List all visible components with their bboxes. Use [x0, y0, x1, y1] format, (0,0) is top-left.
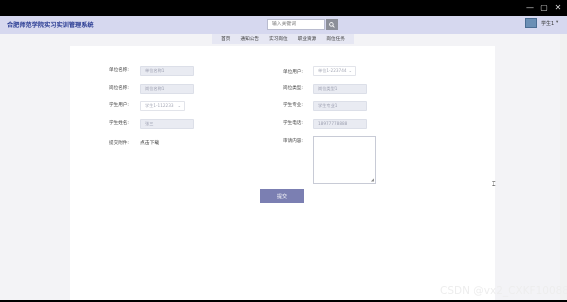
maximize-button[interactable]: ▢ — [538, 2, 550, 14]
attachment-label: 提交附件: — [109, 141, 129, 146]
post-type-field[interactable]: 岗位类型1 — [313, 84, 367, 94]
app-content: 合肥师范学院实习实训管理系统 学生1 ▾ 首页 通知公告 实习岗位 职业资源 岗… — [0, 16, 567, 300]
chevron-down-icon: ⌄ — [348, 68, 352, 73]
review-content-textarea[interactable]: ◢ — [313, 136, 376, 184]
unit-name-field[interactable]: 单位名称1 — [140, 66, 194, 76]
post-type-label: 岗位类型: — [283, 86, 303, 91]
chevron-down-icon[interactable]: ▾ — [556, 20, 558, 25]
search-button[interactable] — [326, 19, 338, 30]
mouse-cursor-icon: ⌶ — [492, 181, 496, 188]
nav-item-home[interactable]: 首页 — [221, 36, 230, 42]
site-title[interactable]: 合肥师范学院实习实训管理系统 — [7, 20, 94, 29]
review-content-label: 审请内容: — [283, 139, 303, 144]
main-nav: 首页 通知公告 实习岗位 职业资源 岗位任务 — [212, 34, 354, 44]
unit-account-value: 单位1-223744 — [318, 68, 347, 73]
download-link[interactable]: 点击下载 — [140, 139, 159, 146]
unit-name-label: 单位名称: — [109, 68, 129, 73]
student-phone-label: 学生电话: — [283, 121, 303, 126]
close-button[interactable]: ✕ — [552, 2, 564, 14]
unit-account-label: 单位用户: — [283, 70, 303, 75]
scrollbar[interactable] — [560, 34, 567, 300]
chevron-down-icon: ⌄ — [177, 103, 181, 108]
avatar[interactable] — [525, 18, 537, 28]
nav-item-post-tasks[interactable]: 岗位任务 — [326, 36, 344, 42]
student-name-field[interactable]: 张三 — [140, 119, 194, 129]
minimize-button[interactable]: — — [524, 2, 536, 14]
post-name-field[interactable]: 岗位名称1 — [140, 84, 194, 94]
post-name-label: 岗位名称: — [109, 86, 129, 91]
search-input[interactable] — [267, 19, 325, 30]
nav-item-internship-posts[interactable]: 实习岗位 — [269, 36, 287, 42]
student-phone-field[interactable]: 18977778888 — [313, 119, 367, 129]
student-account-label: 学生用户: — [109, 103, 129, 108]
user-name[interactable]: 学生1 — [541, 20, 554, 27]
student-major-label: 学生专业: — [283, 103, 303, 108]
window-titlebar: — ▢ ✕ — [0, 0, 567, 16]
app-window: — ▢ ✕ 合肥师范学院实习实训管理系统 学生1 ▾ 首页 通知公告 实习岗位 … — [0, 0, 567, 302]
student-name-label: 学生姓名: — [109, 121, 129, 126]
student-account-select[interactable]: 学生1-112233 ⌄ — [140, 101, 185, 111]
search-icon — [329, 21, 335, 28]
student-account-value: 学生1-112233 — [145, 103, 174, 108]
resize-handle-icon[interactable]: ◢ — [371, 178, 374, 182]
watermark: CSDN @vx2_CXKF10088 — [440, 285, 567, 297]
nav-item-career-resources[interactable]: 职业资源 — [298, 36, 316, 42]
unit-account-select[interactable]: 单位1-223744 ⌄ — [313, 66, 356, 76]
student-major-field[interactable]: 学生专业1 — [313, 101, 367, 111]
top-header: 合肥师范学院实习实训管理系统 学生1 ▾ — [0, 16, 567, 34]
submit-button[interactable]: 提交 — [260, 189, 304, 203]
nav-item-notices[interactable]: 通知公告 — [241, 36, 259, 42]
